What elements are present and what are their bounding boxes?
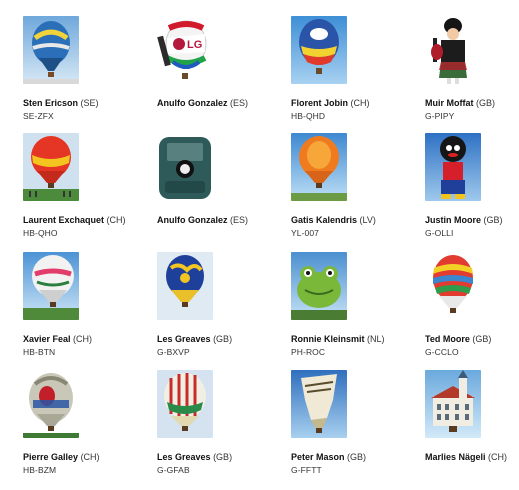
hot-air-balloon-orange-icon[interactable] <box>291 133 347 201</box>
gallery-card[interactable]: Muir Moffat (GB) G-PIPY <box>425 16 519 126</box>
hot-air-balloon-red-yellow-icon[interactable] <box>23 133 79 201</box>
frog-shaped-balloon-icon[interactable] <box>291 252 347 320</box>
church-shaped-balloon-icon[interactable] <box>425 370 481 438</box>
pilot-name: Xavier Feal (CH) <box>23 334 93 344</box>
gallery-card[interactable]: Pierre Galley (CH) HB-BZM <box>23 370 143 480</box>
hot-air-balloon-rainbow-icon[interactable] <box>425 252 481 320</box>
registration: G-CCLO <box>425 347 459 357</box>
registration: HB-BTN <box>23 347 56 357</box>
pilot-name: Ted Moore (GB) <box>425 334 492 344</box>
registration: HB-BZM <box>23 465 57 475</box>
gallery-card[interactable]: Peter Mason (GB) G-FFTT <box>291 370 411 480</box>
registration: HB-QHD <box>291 111 326 121</box>
gallery-card[interactable]: Les Greaves (GB) G-BXVP <box>157 252 277 362</box>
pilot-name: Pierre Galley (CH) <box>23 452 100 462</box>
gallery-card[interactable]: Xavier Feal (CH) HB-BTN <box>23 252 143 362</box>
gallery-card[interactable]: LG Anulfo Gonzalez (ES) <box>157 16 277 126</box>
pilot-name: Muir Moffat (GB) <box>425 98 496 108</box>
gallery-card[interactable]: Les Greaves (GB) G-GFAB <box>157 370 277 480</box>
pilot-name: Ronnie Kleinsmit (NL) <box>291 334 385 344</box>
gallery-card[interactable]: Ronnie Kleinsmit (NL) PH-ROC <box>291 252 411 362</box>
registration: PH-ROC <box>291 347 326 357</box>
registration: G-GFAB <box>157 465 190 475</box>
character-shaped-balloon-icon[interactable] <box>425 133 481 201</box>
pilot-name: Les Greaves (GB) <box>157 452 233 462</box>
registration: HB-QHO <box>23 228 58 238</box>
registration: SE-ZFX <box>23 111 54 121</box>
gallery-card[interactable]: Marlies Nägeli (CH) <box>425 370 519 480</box>
banner-shaped-balloon-icon[interactable] <box>291 370 347 438</box>
svg-text:LG: LG <box>187 39 202 51</box>
pilot-name: Marlies Nägeli (CH) <box>425 452 508 462</box>
bottle-shaped-balloon-icon[interactable] <box>23 370 79 438</box>
registration: G-BXVP <box>157 347 190 357</box>
pilot-name: Peter Mason (GB) <box>291 452 367 462</box>
gallery-card[interactable]: Sten Ericson (SE) SE-ZFX <box>23 16 143 126</box>
pilot-name: Justin Moore (GB) <box>425 215 503 225</box>
pilot-name: Laurent Exchaquet (CH) <box>23 215 126 225</box>
phone-shaped-balloon-icon[interactable] <box>157 133 213 201</box>
pilot-name: Florent Jobin (CH) <box>291 98 370 108</box>
pilot-name: Sten Ericson (SE) <box>23 98 99 108</box>
hot-air-balloon-striped-icon[interactable] <box>291 16 347 84</box>
gallery-card[interactable]: Ted Moore (GB) G-CCLO <box>425 252 519 362</box>
gallery-card[interactable]: Anulfo Gonzalez (ES) <box>157 133 277 243</box>
registration: G-FFTT <box>291 465 322 475</box>
registration: G-PIPY <box>425 111 455 121</box>
pilot-name: Anulfo Gonzalez (ES) <box>157 215 249 225</box>
pilot-name: Les Greaves (GB) <box>157 334 233 344</box>
lg-logo-balloon-icon[interactable]: LG <box>157 16 213 84</box>
pilot-name: Anulfo Gonzalez (ES) <box>157 98 249 108</box>
bagpiper-shaped-balloon-icon[interactable] <box>425 16 481 84</box>
balloon-gallery: Sten Ericson (SE) SE-ZFX LG Anulfo Gonza… <box>0 0 519 490</box>
pilot-name: Gatis Kalendris (LV) <box>291 215 376 225</box>
hot-air-balloon-blue-sky-icon[interactable] <box>23 16 79 84</box>
registration: YL-007 <box>291 228 320 238</box>
gallery-card[interactable]: Laurent Exchaquet (CH) HB-QHO <box>23 133 143 243</box>
hot-air-balloon-blue-yellow-icon[interactable] <box>157 252 213 320</box>
hot-air-balloon-white-logo-icon[interactable] <box>23 252 79 320</box>
registration: G-OLLI <box>425 228 454 238</box>
gallery-card[interactable]: Florent Jobin (CH) HB-QHD <box>291 16 411 126</box>
hot-air-balloon-striped-red-icon[interactable] <box>157 370 213 438</box>
gallery-card[interactable]: Gatis Kalendris (LV) YL-007 <box>291 133 411 243</box>
gallery-card[interactable]: Justin Moore (GB) G-OLLI <box>425 133 519 243</box>
